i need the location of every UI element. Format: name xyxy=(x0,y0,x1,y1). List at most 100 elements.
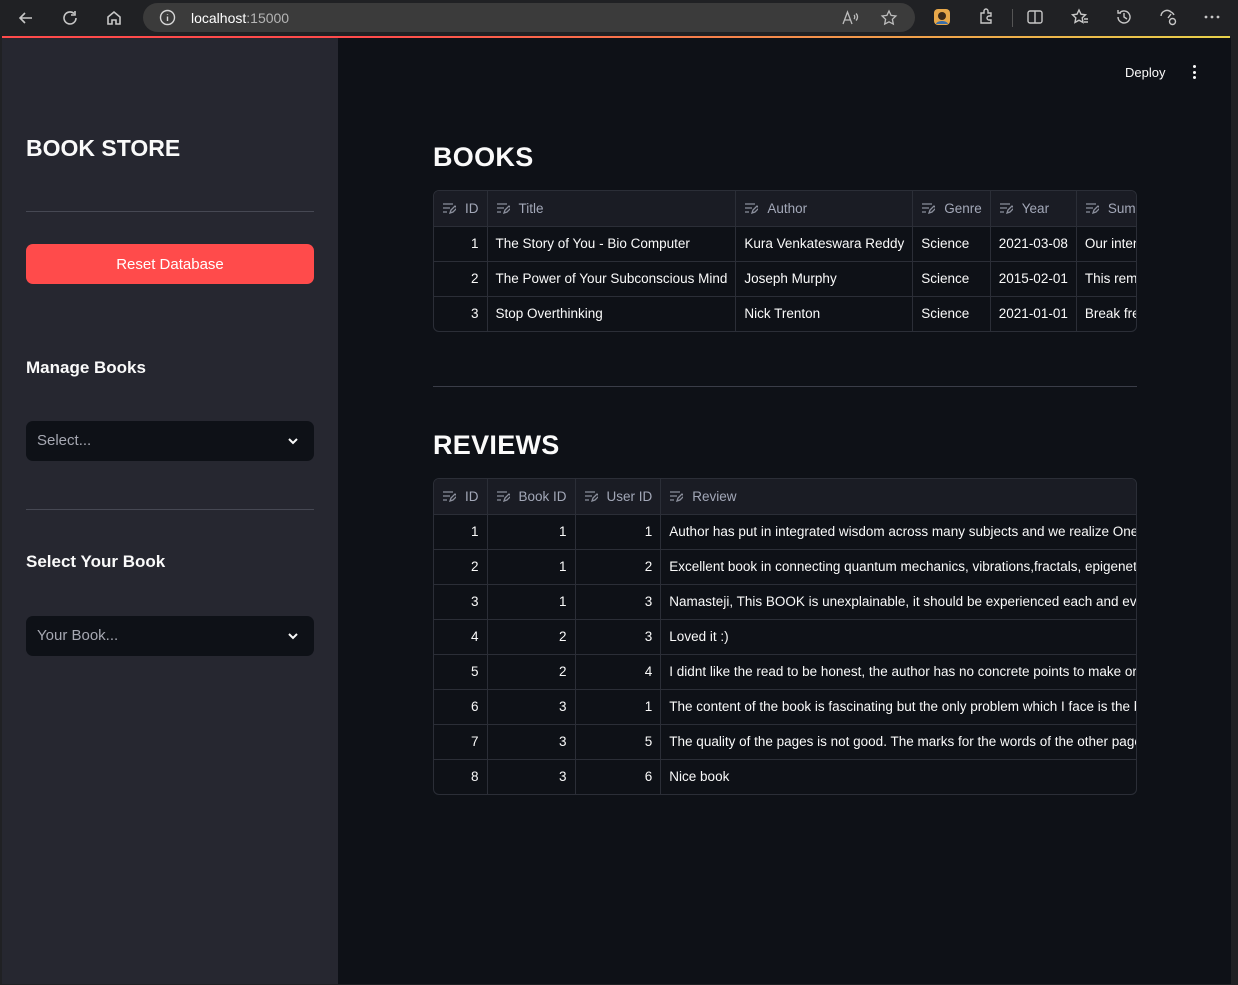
table-cell[interactable]: Science xyxy=(912,226,991,262)
table-cell[interactable]: 1 xyxy=(434,226,488,262)
table-cell[interactable]: 3 xyxy=(575,584,662,620)
table-row: 6 3 1 The content of the book is fascinatin… xyxy=(434,689,1136,725)
column-header[interactable]: Summar xyxy=(1076,191,1136,227)
favorite-star-icon[interactable] xyxy=(880,9,898,27)
column-label: Book ID xyxy=(518,488,567,504)
table-cell[interactable]: Excellent book in connecting quantum mec… xyxy=(660,549,1136,585)
table-cell[interactable]: 8 xyxy=(434,759,488,794)
column-header[interactable]: ID xyxy=(434,479,488,515)
column-header[interactable]: Title xyxy=(487,191,737,227)
table-cell[interactable]: 2015-02-01 xyxy=(990,261,1077,297)
table-cell[interactable]: The quality of the pages is not good. Th… xyxy=(660,724,1136,760)
table-row: 1 The Story of You - Bio Computer Kura Ven… xyxy=(434,226,1136,262)
table-cell[interactable]: 2 xyxy=(487,654,576,690)
table-cell[interactable]: The content of the book is fascinating b… xyxy=(660,689,1136,725)
table-cell[interactable]: 3 xyxy=(487,724,576,760)
table-cell[interactable]: Nick Trenton xyxy=(735,296,914,331)
table-cell[interactable]: Loved it :) xyxy=(660,619,1136,655)
manage-books-select[interactable]: Select... xyxy=(26,421,314,461)
split-screen-icon[interactable] xyxy=(1025,7,1045,27)
table-cell[interactable]: 2 xyxy=(434,261,488,297)
more-menu-icon[interactable] xyxy=(1202,7,1222,27)
table-row: 8 3 6 Nice book xyxy=(434,759,1136,794)
column-header[interactable]: ID xyxy=(434,191,488,227)
column-header[interactable]: User ID xyxy=(575,479,662,515)
read-aloud-icon[interactable] xyxy=(841,9,859,27)
table-cell[interactable]: 6 xyxy=(434,689,488,725)
table-cell[interactable]: Break free of xyxy=(1076,296,1136,331)
table-cell[interactable]: 3 xyxy=(487,689,576,725)
performance-icon[interactable] xyxy=(1158,7,1178,27)
table-cell[interactable]: 1 xyxy=(575,689,662,725)
home-icon[interactable] xyxy=(101,5,127,31)
books-table[interactable]: ID Title Author Genre Year Summar 1The Story … xyxy=(433,190,1137,332)
table-cell[interactable]: 2 xyxy=(434,549,488,585)
favorites-icon[interactable] xyxy=(1070,7,1090,27)
table-cell[interactable]: 2 xyxy=(575,549,662,585)
toolbar-divider xyxy=(1012,9,1013,27)
profile-avatar-icon[interactable] xyxy=(932,7,952,27)
column-header[interactable]: Year xyxy=(990,191,1077,227)
extensions-icon[interactable] xyxy=(977,7,997,27)
manage-books-heading: Manage Books xyxy=(26,358,146,377)
table-cell[interactable]: 1 xyxy=(487,549,576,585)
table-cell[interactable]: 3 xyxy=(575,619,662,655)
table-cell[interactable]: 2021-03-08 xyxy=(990,226,1077,262)
table-cell[interactable]: Science xyxy=(912,296,991,331)
table-row: 3 1 3 Namasteji, This BOOK is unexplainable… xyxy=(434,584,1136,620)
table-cell[interactable]: Science xyxy=(912,261,991,297)
table-cell[interactable]: 4 xyxy=(434,619,488,655)
site-info-icon[interactable] xyxy=(159,9,176,26)
table-cell[interactable]: 2021-01-01 xyxy=(990,296,1077,331)
reset-database-button[interactable]: Reset Database xyxy=(26,244,314,284)
table-cell[interactable]: Stop Overthinking xyxy=(487,296,737,331)
table-cell[interactable]: Joseph Murphy xyxy=(735,261,914,297)
column-label: ID xyxy=(465,200,479,216)
reviews-header-row: ID Book ID User ID Review xyxy=(434,479,1136,515)
main-content: Deploy BOOKS ID Title Author Genre Year Summa… xyxy=(338,38,1231,984)
table-cell[interactable]: Kura Venkateswara Reddy xyxy=(735,226,914,262)
back-arrow-icon[interactable] xyxy=(13,5,39,31)
table-cell[interactable]: Author has put in integrated wisdom acro… xyxy=(660,514,1136,550)
column-label: Genre xyxy=(944,200,982,216)
table-cell[interactable]: 5 xyxy=(575,724,662,760)
chevron-down-icon xyxy=(286,629,300,643)
table-cell[interactable]: The Story of You - Bio Computer xyxy=(487,226,737,262)
table-row: 1 1 1 Author has put in integrated wisdom a… xyxy=(434,514,1136,550)
refresh-icon[interactable] xyxy=(57,5,83,31)
table-cell[interactable]: Our intent is xyxy=(1076,226,1136,262)
column-header[interactable]: Author xyxy=(735,191,914,227)
streamlit-app: BOOK STORE Reset Database Manage Books S… xyxy=(2,38,1231,984)
history-icon[interactable] xyxy=(1114,7,1134,27)
reviews-table[interactable]: ID Book ID User ID Review 1 1 1 Author has put… xyxy=(433,478,1137,795)
table-cell[interactable]: Namasteji, This BOOK is unexplainable, i… xyxy=(660,584,1136,620)
table-cell[interactable]: 4 xyxy=(575,654,662,690)
table-cell[interactable]: 1 xyxy=(434,514,488,550)
table-row: 2 1 2 Excellent book in connecting quantum … xyxy=(434,549,1136,585)
column-label: ID xyxy=(465,488,479,504)
table-cell[interactable]: 5 xyxy=(434,654,488,690)
manage-books-placeholder: Select... xyxy=(37,432,92,449)
table-cell[interactable]: This remarka xyxy=(1076,261,1136,297)
table-cell[interactable]: 1 xyxy=(487,584,576,620)
column-header[interactable]: Genre xyxy=(912,191,991,227)
table-cell[interactable]: 6 xyxy=(575,759,662,794)
table-cell[interactable]: Nice book xyxy=(660,759,1136,794)
column-type-icon xyxy=(496,490,512,502)
table-cell[interactable]: 7 xyxy=(434,724,488,760)
column-header[interactable]: Review xyxy=(660,479,1136,515)
main-menu-icon[interactable] xyxy=(1188,63,1200,81)
table-cell[interactable]: The Power of Your Subconscious Mind xyxy=(487,261,737,297)
column-header[interactable]: Book ID xyxy=(487,479,576,515)
table-cell[interactable]: 1 xyxy=(575,514,662,550)
address-bar[interactable]: localhost:15000 xyxy=(143,3,915,32)
select-book-select[interactable]: Your Book... xyxy=(26,616,314,656)
table-cell[interactable]: 3 xyxy=(487,759,576,794)
table-cell[interactable]: I didnt like the read to be honest, the … xyxy=(660,654,1136,690)
sidebar-divider xyxy=(26,211,314,212)
table-cell[interactable]: 1 xyxy=(487,514,576,550)
table-cell[interactable]: 3 xyxy=(434,296,488,331)
deploy-button[interactable]: Deploy xyxy=(1125,65,1165,80)
table-cell[interactable]: 2 xyxy=(487,619,576,655)
table-cell[interactable]: 3 xyxy=(434,584,488,620)
